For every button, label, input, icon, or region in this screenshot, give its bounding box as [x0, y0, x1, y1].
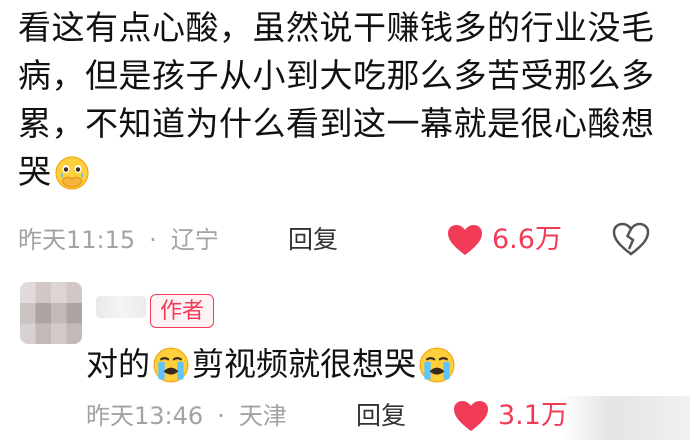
- comment-location: 辽宁: [170, 226, 219, 254]
- loudly-crying-face-icon: [153, 347, 189, 383]
- reply-like-button[interactable]: 3.1万: [452, 398, 568, 434]
- reply-reply-button[interactable]: 回复: [356, 398, 406, 434]
- meta-separator: ·: [149, 226, 157, 254]
- reply-meta: 昨天13:46 · 天津: [86, 398, 287, 434]
- comment-reply-button[interactable]: 回复: [288, 222, 338, 258]
- watermark-overlay: [560, 396, 690, 440]
- meta-separator: ·: [217, 402, 225, 430]
- author-avatar[interactable]: [20, 282, 82, 344]
- comment-text: 看这有点心酸，虽然说干赚钱多的行业没毛病，但是孩子从小到大吃那么多苦受那么多累，…: [18, 4, 678, 196]
- heart-icon: [454, 401, 488, 431]
- reply-text: 对的 剪视频就很想哭: [86, 340, 458, 388]
- broken-heart-icon[interactable]: [612, 222, 650, 256]
- reply-body-part1: 对的: [86, 345, 151, 383]
- reply-location: 天津: [238, 402, 287, 430]
- reply-like-count: 3.1万: [498, 400, 568, 431]
- comment-body: 看这有点心酸，虽然说干赚钱多的行业没毛病，但是孩子从小到大吃那么多苦受那么多累，…: [18, 8, 655, 191]
- author-badge: 作者: [150, 294, 214, 328]
- comment-like-button[interactable]: 6.6万: [446, 222, 562, 258]
- heart-icon: [448, 225, 482, 255]
- comment-like-count: 6.6万: [492, 224, 562, 255]
- holding-back-tears-emoji-icon: [54, 156, 89, 190]
- loudly-crying-face-icon: [419, 347, 455, 383]
- comment-time: 昨天11:15: [18, 226, 136, 254]
- reply-time: 昨天13:46: [86, 402, 204, 430]
- reply-body-part2: 剪视频就很想哭: [192, 345, 417, 383]
- author-name-blurred[interactable]: [96, 296, 146, 318]
- comment-meta: 昨天11:15 · 辽宁: [18, 222, 219, 258]
